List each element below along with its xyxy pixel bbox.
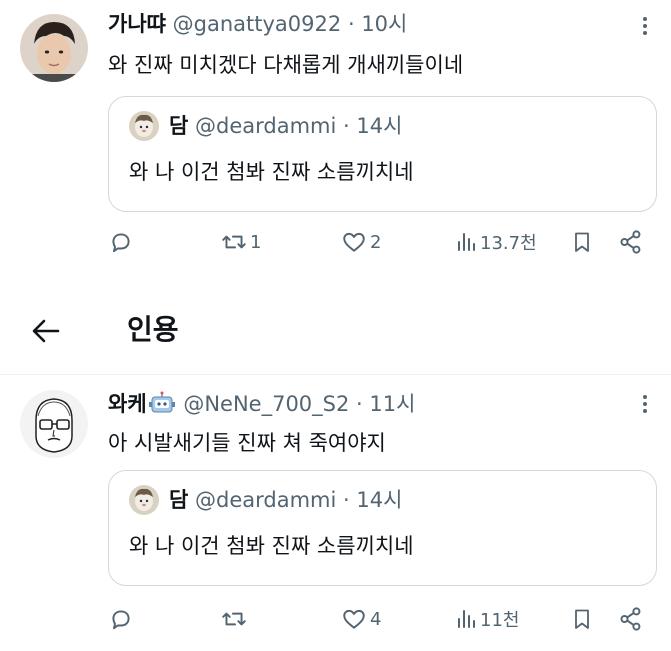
back-arrow-icon[interactable]	[30, 316, 62, 346]
share-button[interactable]	[618, 227, 644, 257]
tweet-header: 와케 @NeNe_700_S2 · 11시	[108, 390, 415, 418]
user-handle[interactable]: @ganattya0922	[173, 12, 342, 36]
avatar[interactable]	[20, 390, 88, 458]
timestamp: 14시	[356, 488, 403, 512]
quote-text: 와 나 이건 첨봐 진짜 소름끼치네	[129, 534, 414, 558]
more-icon[interactable]	[635, 14, 655, 42]
separator-dot: ·	[343, 488, 350, 512]
display-name: 담	[169, 488, 189, 512]
display-name: 담	[169, 114, 189, 138]
share-icon	[620, 607, 641, 631]
avatar[interactable]	[20, 14, 88, 82]
quote-header: 담 @deardammi · 14시	[169, 111, 402, 141]
reply-button[interactable]	[108, 227, 136, 257]
quote-text: 와 나 이건 첨봐 진짜 소름끼치네	[129, 160, 414, 184]
views-count: 13.7천	[480, 233, 537, 254]
bookmark-button[interactable]	[570, 604, 594, 634]
reply-button[interactable]	[108, 604, 136, 634]
action-bar: 1 2 13.7천	[108, 227, 653, 257]
quotes-header: 인용	[0, 300, 671, 362]
page-title: 인용	[127, 313, 179, 346]
timestamp[interactable]: 10시	[361, 12, 407, 36]
share-icon	[620, 230, 641, 254]
action-bar: 4 11천	[108, 604, 653, 634]
like-count: 2	[370, 231, 382, 253]
more-icon[interactable]	[635, 392, 655, 420]
views-count: 11천	[480, 610, 520, 631]
user-handle[interactable]: @NeNe_700_S2	[183, 392, 349, 416]
retweet-icon	[222, 235, 246, 249]
display-name[interactable]: 가나땨	[108, 12, 166, 36]
robot-emoji-icon	[148, 391, 175, 415]
tweet-2[interactable]: 와케 @NeNe_700_S2 · 11시 아 시발새기들 진짜 쳐 죽여야지 …	[0, 376, 671, 651]
separator-dot: ·	[356, 392, 363, 416]
retweet-icon	[222, 612, 246, 626]
divider	[0, 374, 671, 375]
retweet-button[interactable]	[220, 604, 250, 634]
heart-icon	[343, 232, 365, 252]
timestamp[interactable]: 11시	[369, 392, 415, 416]
avatar	[129, 111, 159, 141]
quote-header: 담 @deardammi · 14시	[169, 485, 402, 515]
tweet-text: 아 시발새기들 진짜 쳐 죽여야지	[108, 431, 386, 455]
views-button[interactable]: 11천	[454, 604, 519, 634]
avatar	[129, 485, 159, 515]
like-count: 4	[370, 608, 382, 630]
tweet-header: 가나땨 @ganattya0922 · 10시	[108, 10, 407, 38]
like-button[interactable]: 2	[340, 227, 381, 257]
separator-dot: ·	[347, 12, 355, 36]
display-name[interactable]: 와케	[108, 392, 147, 416]
views-button[interactable]: 13.7천	[454, 227, 537, 257]
separator-dot: ·	[343, 114, 350, 138]
quoted-tweet[interactable]: 담 @deardammi · 14시 와 나 이건 첨봐 진짜 소름끼치네	[108, 96, 657, 212]
retweet-count: 1	[250, 231, 262, 253]
reply-icon	[112, 610, 130, 630]
user-handle: @deardammi	[195, 114, 337, 138]
heart-icon	[343, 609, 365, 629]
timestamp: 14시	[356, 114, 403, 138]
retweet-button[interactable]: 1	[220, 227, 261, 257]
tweet-text: 와 진짜 미치겠다 다채롭게 개새끼들이네	[108, 53, 464, 77]
views-icon	[458, 610, 475, 628]
bookmark-icon	[575, 609, 589, 629]
quoted-tweet[interactable]: 담 @deardammi · 14시 와 나 이건 첨봐 진짜 소름끼치네	[108, 470, 657, 586]
user-handle: @deardammi	[195, 488, 337, 512]
views-icon	[458, 233, 475, 251]
bookmark-button[interactable]	[570, 227, 594, 257]
bookmark-icon	[575, 232, 589, 252]
reply-icon	[112, 233, 130, 253]
like-button[interactable]: 4	[340, 604, 381, 634]
share-button[interactable]	[618, 604, 644, 634]
tweet-1[interactable]: 가나땨 @ganattya0922 · 10시 와 진짜 미치겠다 다채롭게 개…	[0, 0, 671, 270]
